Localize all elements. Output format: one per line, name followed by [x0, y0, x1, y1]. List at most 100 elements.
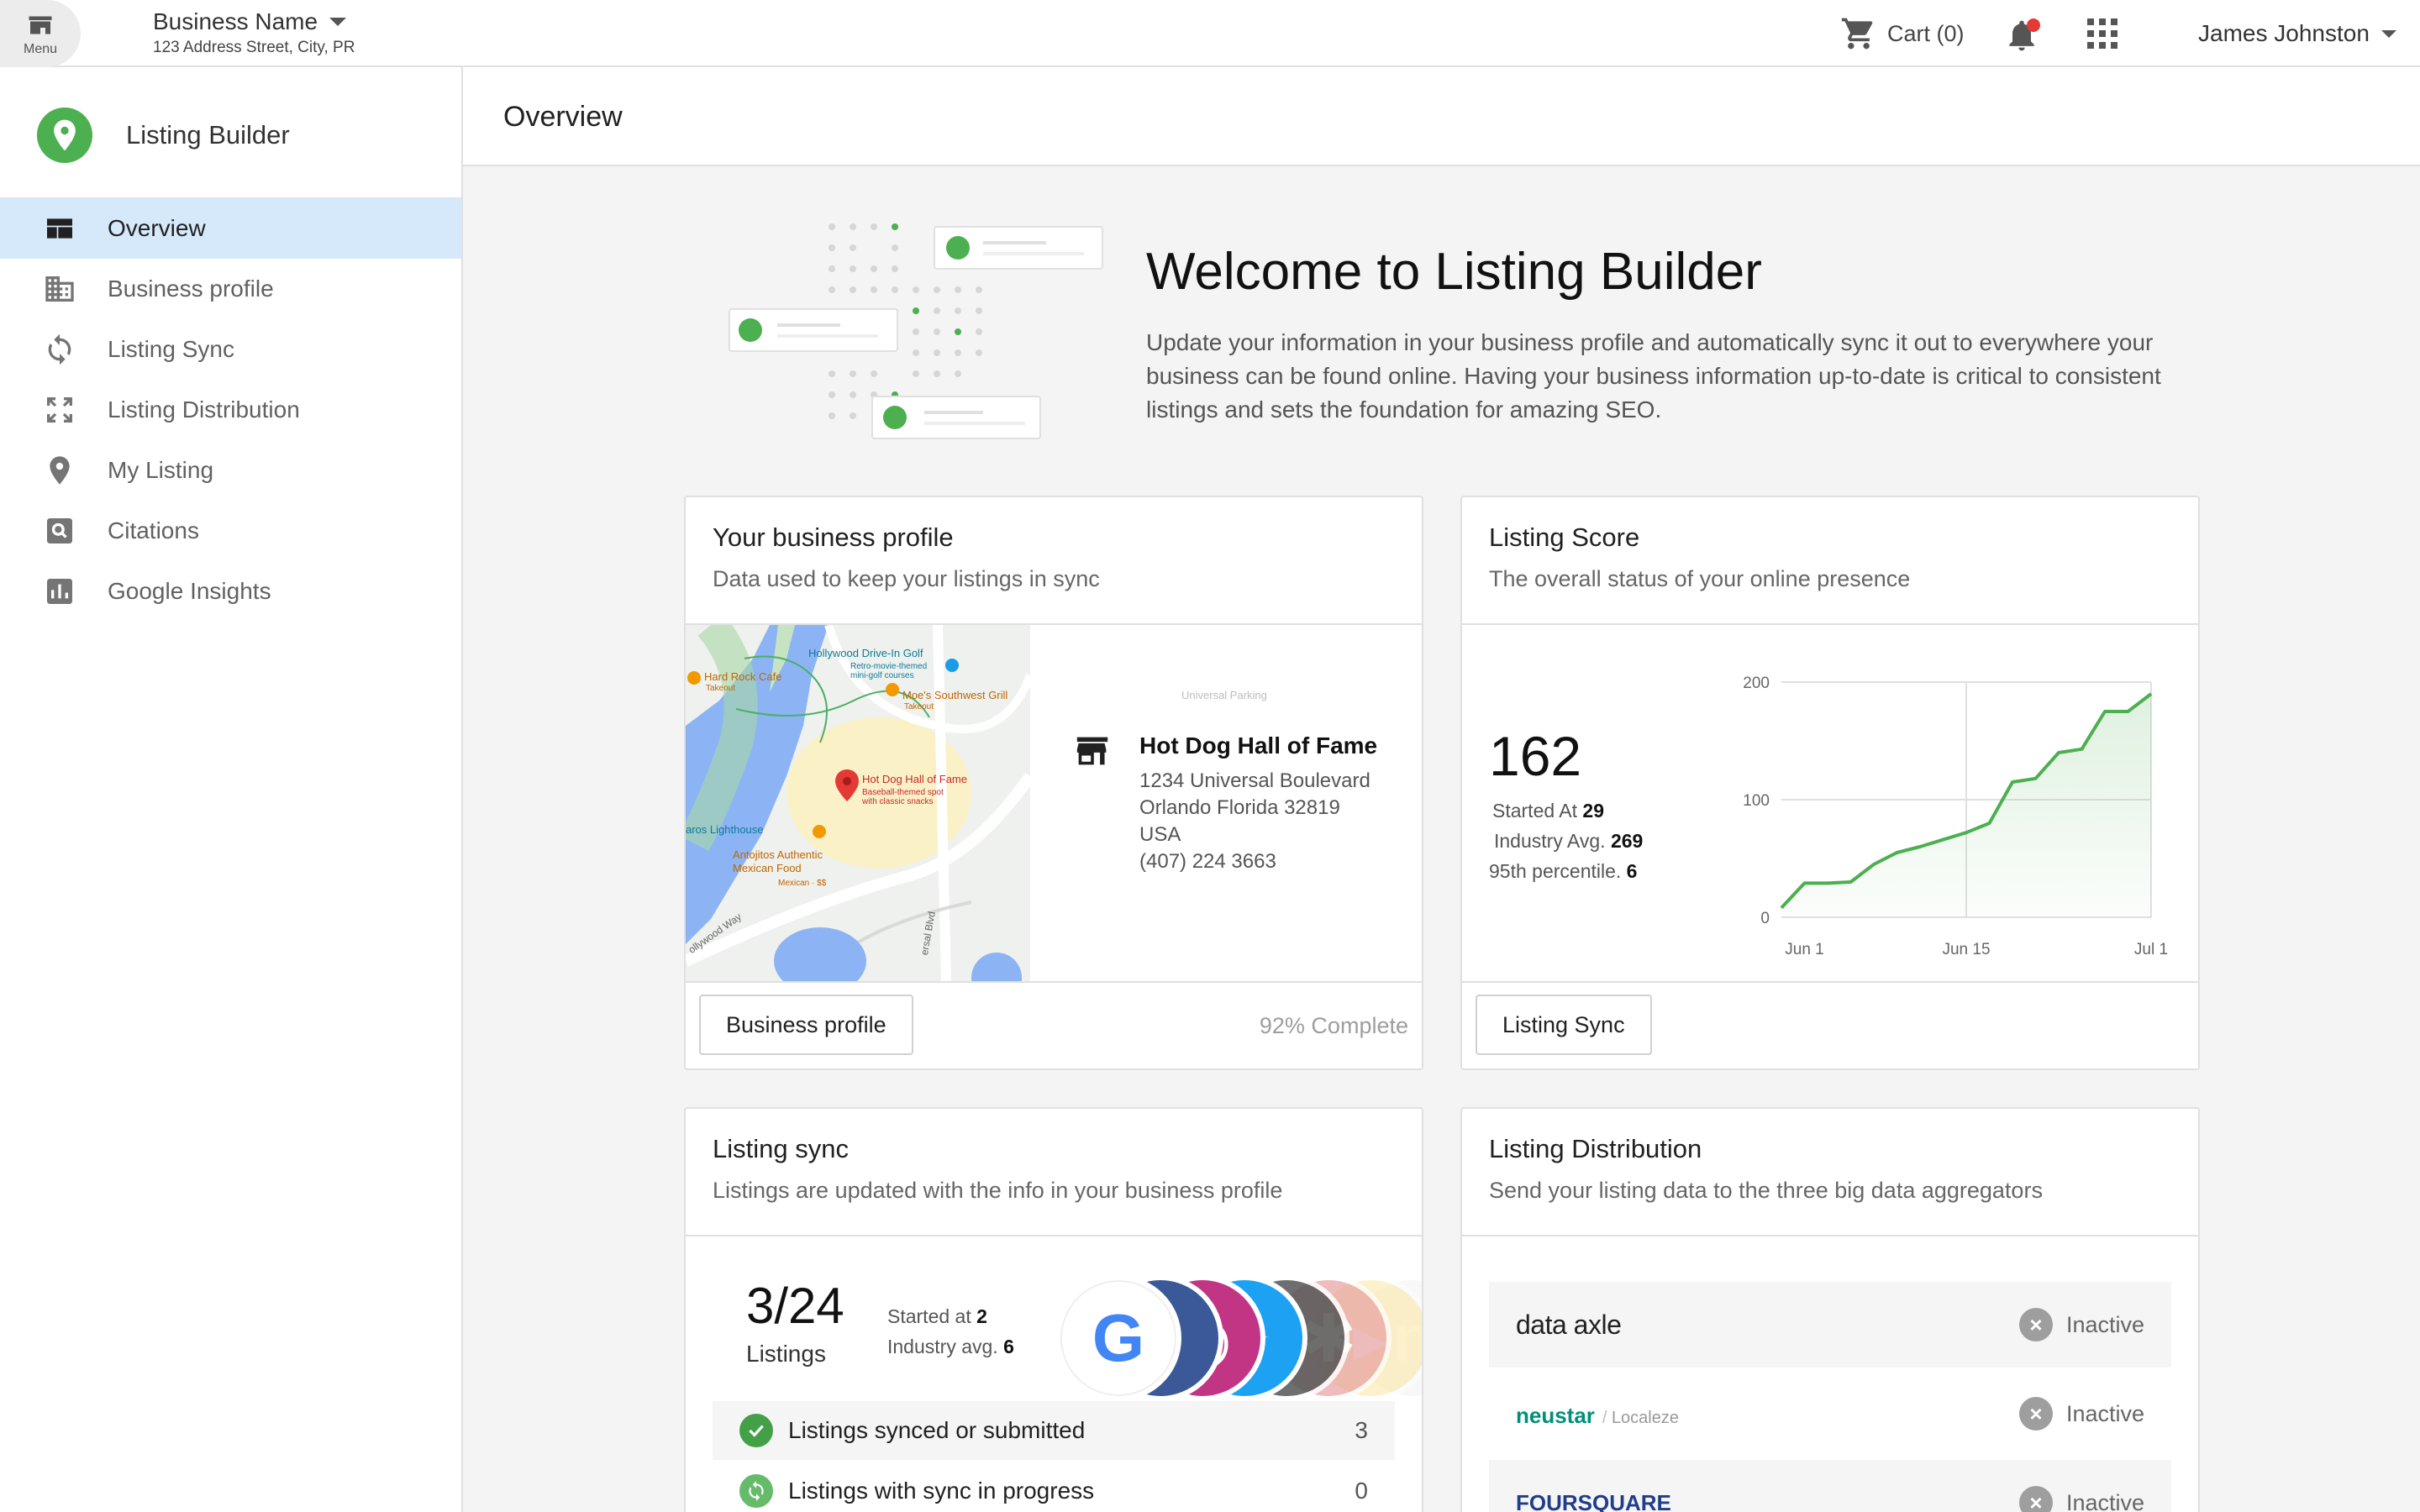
welcome-illustration — [729, 223, 1103, 439]
map-label-drive-in-sub: Retro-movie-themed mini-golf courses — [850, 662, 928, 680]
sidebar-item-label: Listing Distribution — [108, 396, 300, 423]
menu-label: Menu — [23, 42, 58, 56]
address-line: 1234 Universal Boulevard — [1139, 769, 1370, 792]
close-circle-icon: × — [2018, 1397, 2053, 1431]
row-label: Listings synced or submitted — [788, 1417, 1086, 1443]
cart-button[interactable]: Cart (0) — [1840, 15, 1965, 52]
top-bar: Menu Business Name 123 Address Street, C… — [0, 0, 2420, 67]
card-subtitle: Listings are updated with the info in yo… — [713, 1178, 1283, 1203]
map-label-moes: Moe's Southwest Grill — [902, 689, 1008, 701]
welcome-description: Update your information in your business… — [1146, 329, 2161, 423]
listing-sync-button[interactable]: Listing Sync — [1476, 995, 1652, 1055]
location-pin-logo-icon — [37, 108, 92, 163]
map-label-hard-rock: Hard Rock Cafe — [704, 670, 782, 683]
menu-button[interactable]: Menu — [0, 0, 81, 67]
close-circle-icon: × — [2018, 1486, 2053, 1512]
sidebar-nav: Overview Business profile Listing Sync L… — [0, 198, 461, 622]
user-menu[interactable]: James Johnston — [2198, 20, 2396, 47]
sidebar-item-listing-sync[interactable]: Listing Sync — [0, 319, 461, 380]
card-header: Your business profile Data used to keep … — [686, 497, 1422, 625]
listing-score-value: 162 — [1489, 725, 1582, 787]
row-count: 0 — [1355, 1478, 1368, 1504]
card-title: Listing sync — [713, 1134, 849, 1163]
percentile-stat: 95th percentile. 6 — [1489, 860, 1637, 883]
listing-score-card: Listing Score The overall status of your… — [1460, 496, 2200, 1070]
sidebar-item-citations[interactable]: Citations — [0, 501, 461, 561]
industry-avg-stat: Industry Avg. 269 — [1494, 830, 1643, 853]
aggregator-row-foursquare: FOURSQUARE × Inactive — [1489, 1460, 2171, 1512]
chart-x-tick-label: Jun 15 — [1942, 941, 1990, 958]
sidebar-item-label: Business profile — [108, 276, 274, 302]
map-label-lighthouse: aros Lighthouse — [686, 823, 764, 836]
sync-in-progress-row: Listings with sync in progress 0 — [713, 1462, 1395, 1512]
chart-y-tick-label: 0 — [1760, 910, 1770, 927]
aggregator-status: × Inactive — [2018, 1397, 2144, 1431]
chart-y-tick-label: 200 — [1743, 675, 1770, 692]
sidebar: Listing Builder Overview Business profil… — [0, 67, 463, 1512]
building-icon — [42, 271, 77, 307]
sidebar-item-label: Overview — [108, 215, 206, 241]
dashboard-icon — [42, 211, 77, 246]
store-icon — [29, 16, 52, 34]
map-label-hotdog-sub: Baseball-themed spot with classic snacks — [862, 788, 944, 806]
sidebar-item-label: My Listing — [108, 457, 214, 483]
row-count: 3 — [1355, 1417, 1368, 1443]
stat-label: Started At — [1492, 800, 1578, 822]
card-subtitle: The overall status of your online presen… — [1489, 566, 1911, 591]
search-box-icon — [42, 513, 77, 549]
synced-listings-label: Listings — [746, 1341, 826, 1367]
synced-submitted-row: Listings synced or submitted 3 — [713, 1401, 1395, 1460]
listing-sync-card: Listing sync Listings are updated with t… — [684, 1107, 1423, 1512]
card-footer: Business profile 92% Complete — [686, 981, 1422, 1068]
pin-icon — [42, 453, 77, 488]
cart-label: Cart (0) — [1887, 20, 1965, 46]
page-title: Overview — [503, 101, 623, 133]
caret-down-icon — [2381, 29, 2396, 38]
stat-label: Industry Avg. — [1494, 830, 1606, 852]
check-circle-icon — [739, 1414, 773, 1447]
card-footer: Listing Sync — [1462, 981, 2198, 1068]
sidebar-item-overview[interactable]: Overview — [0, 198, 461, 259]
notification-badge — [2027, 18, 2040, 32]
sidebar-item-business-profile[interactable]: Business profile — [0, 259, 461, 319]
cart-icon — [1841, 18, 1873, 50]
status-label: Inactive — [2065, 1400, 2144, 1426]
sidebar-item-my-listing[interactable]: My Listing — [0, 440, 461, 501]
sidebar-item-listing-distribution[interactable]: Listing Distribution — [0, 380, 461, 440]
close-circle-icon: × — [2018, 1308, 2053, 1341]
business-profile-button[interactable]: Business profile — [699, 995, 913, 1055]
stat-label: Started at — [887, 1305, 971, 1327]
stat-label: Industry avg. — [887, 1336, 998, 1357]
neustar-wordmark: neustar — [1516, 1402, 1595, 1428]
stat-value: 6 — [1626, 860, 1638, 882]
chart-y-tick-label: 100 — [1743, 792, 1770, 810]
apps-grid-icon[interactable] — [2087, 18, 2118, 49]
card-title: Listing Score — [1489, 522, 1640, 552]
sidebar-item-google-insights[interactable]: Google Insights — [0, 561, 461, 622]
map-label-antojitos-sub: Mexican · $$ — [778, 879, 827, 888]
location-map[interactable]: Hollywood Drive-In Golf Retro-movie-them… — [686, 625, 1030, 981]
sidebar-item-label: Google Insights — [108, 578, 271, 604]
stat-label: 95th percentile. — [1489, 860, 1622, 882]
stat-value: 269 — [1610, 830, 1644, 852]
card-header: Listing Distribution Send your listing d… — [1462, 1109, 2198, 1236]
card-title: Your business profile — [713, 522, 954, 552]
expand-icon — [42, 392, 77, 428]
chart-x-tick-label: Jul 1 — [2134, 941, 2168, 958]
logo-separator: / — [1602, 1408, 1612, 1427]
stat-value: 29 — [1582, 800, 1604, 822]
listing-score-chart: 0 100 200 Jun 1 Jun 15 Jul 1 — [1743, 675, 2168, 958]
sync-circle-icon — [739, 1474, 773, 1508]
listing-distribution-card: Listing Distribution Send your listing d… — [1460, 1107, 2200, 1512]
map-label-moes-sub: Takeout — [904, 702, 934, 711]
sync-icon — [42, 332, 77, 367]
aggregator-row-data-axle: data axle × Inactive — [1489, 1282, 2171, 1368]
business-switcher[interactable]: Business Name — [153, 8, 347, 35]
card-subtitle: Send your listing data to the three big … — [1489, 1178, 2043, 1203]
localeze-wordmark: Localeze — [1611, 1408, 1679, 1427]
card-subtitle: Data used to keep your listings in sync — [713, 566, 1100, 591]
bar-chart-icon — [42, 574, 77, 609]
completion-status: 92% Complete — [1259, 1013, 1408, 1038]
neustar-logo: neustar / Localeze — [1516, 1399, 1679, 1430]
app-title: Listing Builder — [126, 120, 290, 150]
